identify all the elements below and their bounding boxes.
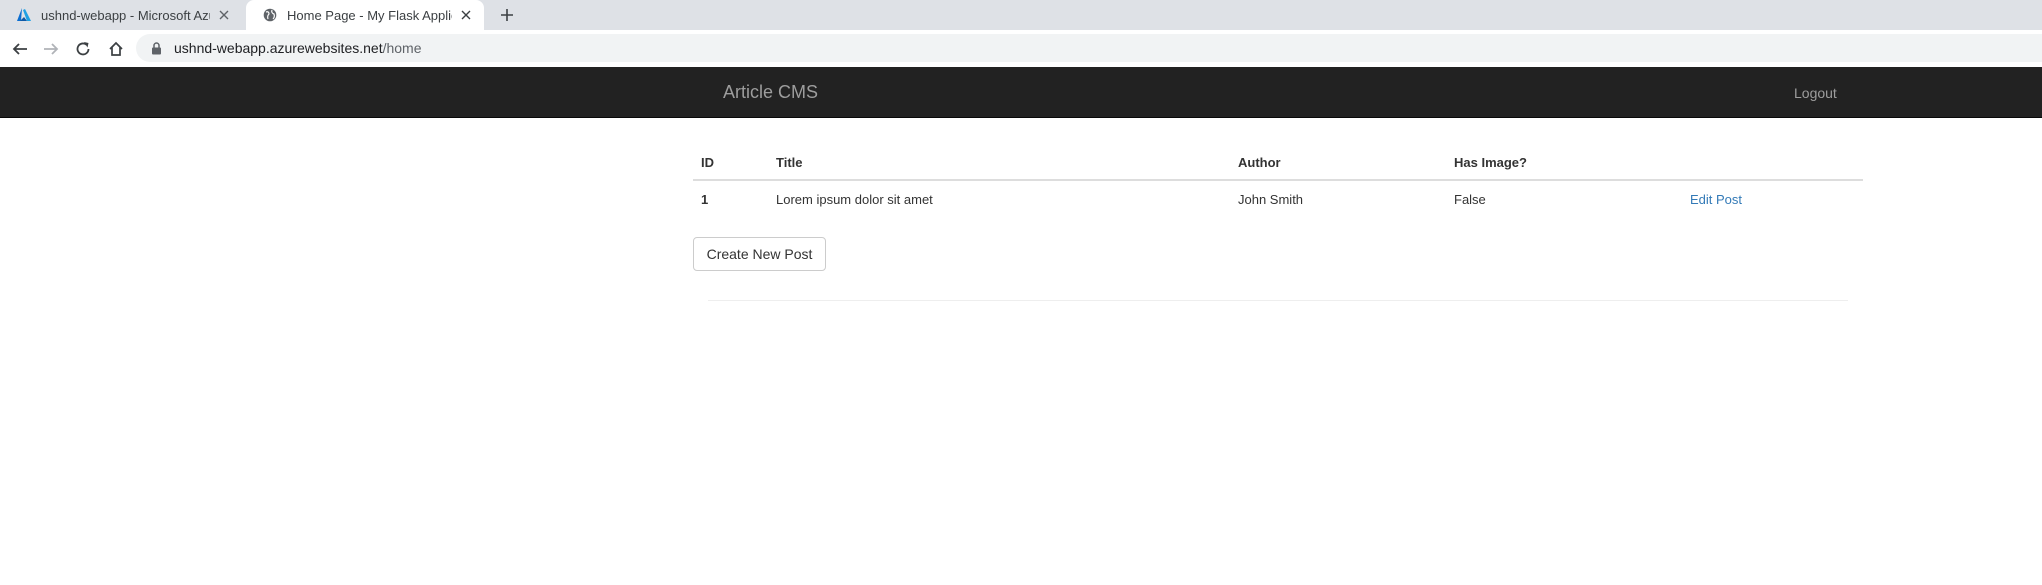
footer-divider (708, 300, 1848, 301)
address-bar[interactable]: ushnd-webapp.azurewebsites.net/home (136, 34, 2042, 62)
new-tab-plus-icon[interactable] (497, 5, 517, 25)
tab-azure-portal[interactable]: ushnd-webapp - Microsoft Azure (0, 0, 242, 30)
column-header-actions (1682, 146, 1863, 180)
site-navbar: Article CMS Logout (0, 67, 2042, 118)
edit-post-link[interactable]: Edit Post (1690, 192, 1742, 207)
azure-logo-icon (16, 7, 32, 23)
column-header-title: Title (776, 155, 803, 170)
column-header-has-image: Has Image? (1454, 155, 1527, 170)
back-arrow-icon[interactable] (9, 38, 31, 60)
logout-link[interactable]: Logout (1794, 85, 1837, 101)
post-id-cell: 1 (701, 192, 709, 207)
url-path: /home (382, 40, 422, 56)
browser-toolbar: ushnd-webapp.azurewebsites.net/home (0, 30, 2042, 67)
column-header-author: Author (1238, 155, 1281, 170)
create-new-post-button[interactable]: Create New Post (693, 237, 826, 271)
tab-strip: ushnd-webapp - Microsoft Azure Home Page… (0, 0, 2042, 30)
tab-flask-home[interactable]: Home Page - My Flask Application (246, 0, 484, 30)
table-row: 1 Lorem ipsum dolor sit amet John Smith … (693, 180, 1863, 218)
post-has-image-cell: False (1454, 192, 1486, 207)
url-text: ushnd-webapp.azurewebsites.net/home (174, 40, 422, 56)
close-icon[interactable] (458, 7, 474, 23)
navbar-brand[interactable]: Article CMS (723, 82, 818, 103)
tab-title: ushnd-webapp - Microsoft Azure (41, 7, 210, 23)
lock-icon[interactable] (150, 41, 162, 55)
posts-table: ID Title Author Has Image? 1 Lorem ipsum… (693, 146, 1863, 218)
tab-title: Home Page - My Flask Application (287, 7, 452, 23)
forward-arrow-icon[interactable] (40, 38, 62, 60)
close-icon[interactable] (216, 7, 232, 23)
table-header-row: ID Title Author Has Image? (693, 146, 1863, 180)
globe-icon (262, 7, 278, 23)
url-host: ushnd-webapp.azurewebsites.net (174, 40, 383, 56)
post-author-cell: John Smith (1238, 192, 1304, 207)
home-icon[interactable] (105, 38, 127, 60)
post-actions-cell: Edit Post (1682, 180, 1863, 218)
reload-icon[interactable] (72, 38, 94, 60)
post-title-cell: Lorem ipsum dolor sit amet (776, 192, 933, 207)
column-header-id: ID (701, 155, 714, 170)
